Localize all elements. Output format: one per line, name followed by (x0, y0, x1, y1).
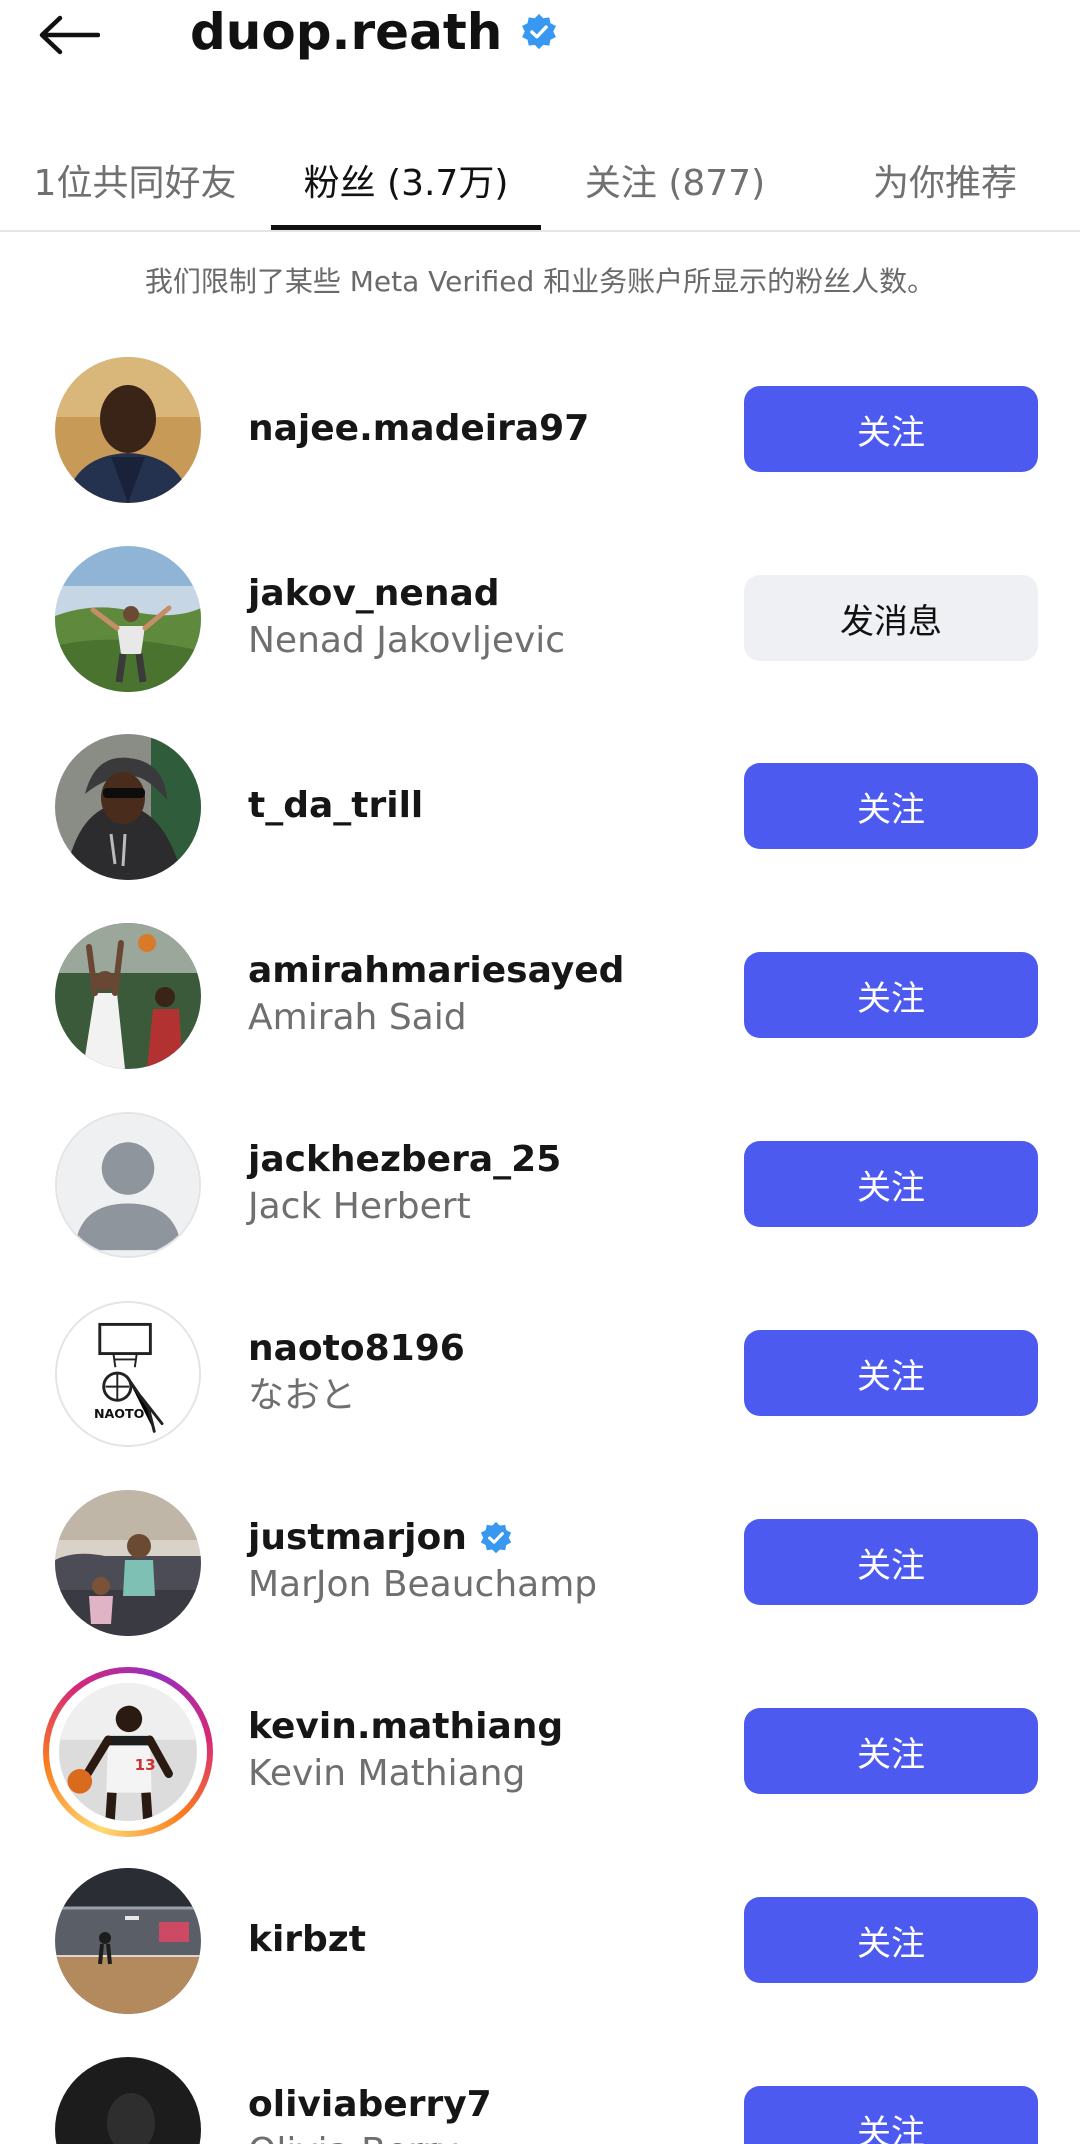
user-names: oliviaberry7 Olivia Berry (248, 2035, 728, 2144)
follower-limit-notice: 我们限制了某些 Meta Verified 和业务账户所显示的粉丝人数。 (144, 265, 936, 298)
username-text: jackhezbera_25 (248, 1139, 562, 1180)
list-item[interactable]: amirahmariesayed Amirah Said 关注 (0, 901, 1080, 1089)
full-name: MarJon Beauchamp (248, 1564, 598, 1605)
username[interactable]: t_da_trill (248, 783, 728, 829)
username[interactable]: jakov_nenad (248, 571, 728, 617)
svg-text:NAOTO: NAOTO (94, 1406, 145, 1421)
follow-button[interactable]: 关注 (744, 763, 1038, 849)
username-text: jakov_nenad (248, 573, 500, 614)
active-tab-indicator (271, 225, 541, 230)
list-item[interactable]: kirbzt 关注 (0, 1846, 1080, 2034)
tab-suggested[interactable]: 为你推荐 (860, 128, 1030, 232)
username-text: najee.madeira97 (248, 408, 590, 449)
follow-button[interactable]: 关注 (744, 1330, 1038, 1416)
back-button[interactable] (38, 8, 108, 62)
user-names: t_da_trill (248, 712, 728, 900)
verified-badge-icon (480, 1521, 512, 1554)
user-names: jackhezbera_25 Jack Herbert (248, 1090, 728, 1278)
top-bar: duop.reath (0, 0, 1080, 70)
user-names: jakov_nenad Nenad Jakovljevic (248, 524, 728, 712)
follow-button[interactable]: 关注 (744, 1141, 1038, 1227)
back-arrow-icon (39, 15, 100, 55)
follow-button[interactable]: 关注 (744, 1519, 1038, 1605)
user-names: justmarjon MarJon Beauchamp (248, 1468, 728, 1656)
tab-bar: 1位共同好友 粉丝 (3.7万) 关注 (877) 为你推荐 (0, 128, 1080, 232)
tab-mutual-friends[interactable]: 1位共同好友 (20, 128, 250, 232)
avatar[interactable] (55, 357, 201, 503)
username-text: kirbzt (248, 1919, 366, 1960)
full-name: Nenad Jakovljevic (248, 620, 566, 661)
username-text: kevin.mathiang (248, 1706, 564, 1747)
followers-screen: duop.reath 1位共同好友 粉丝 (3.7万) 关注 (877) 为你推… (0, 0, 1080, 2144)
username-text: amirahmariesayed (248, 950, 625, 991)
user-names: naoto8196 なおと (248, 1279, 728, 1467)
follow-button[interactable]: 关注 (744, 386, 1038, 472)
full-name: Amirah Said (248, 997, 467, 1038)
tab-following[interactable]: 关注 (877) (570, 128, 780, 232)
avatar[interactable] (55, 2057, 201, 2144)
profile-username: duop.reath (190, 3, 503, 61)
username[interactable]: jackhezbera_25 (248, 1137, 728, 1183)
message-button[interactable]: 发消息 (744, 575, 1038, 661)
list-item[interactable]: NAOTO naoto8196 なおと 关注 (0, 1279, 1080, 1467)
list-item[interactable]: jackhezbera_25 Jack Herbert 关注 (0, 1090, 1080, 1278)
list-item[interactable]: 13 kevin.mathiang Kevin Mathiang 关注 (0, 1657, 1080, 1845)
list-item[interactable]: oliviaberry7 Olivia Berry 关注 (0, 2035, 1080, 2144)
avatar[interactable] (55, 1868, 201, 2014)
username[interactable]: amirahmariesayed (248, 948, 728, 994)
avatar[interactable] (55, 734, 201, 880)
list-item[interactable]: justmarjon MarJon Beauchamp 关注 (0, 1468, 1080, 1656)
username[interactable]: kirbzt (248, 1917, 728, 1963)
username[interactable]: naoto8196 (248, 1326, 728, 1372)
avatar[interactable]: NAOTO (55, 1301, 201, 1447)
svg-text:13: 13 (135, 1756, 156, 1774)
follow-button[interactable]: 关注 (744, 1708, 1038, 1794)
username[interactable]: najee.madeira97 (248, 406, 728, 452)
full-name: Jack Herbert (248, 1186, 471, 1227)
default-person-icon (57, 1114, 199, 1256)
avatar[interactable] (55, 1490, 201, 1636)
user-names: amirahmariesayed Amirah Said (248, 901, 728, 1089)
avatar[interactable] (55, 1112, 201, 1258)
username-text: naoto8196 (248, 1328, 465, 1369)
follow-button[interactable]: 关注 (744, 952, 1038, 1038)
user-names: kirbzt (248, 1846, 728, 2034)
username-text: t_da_trill (248, 785, 424, 826)
list-item[interactable]: najee.madeira97 关注 (0, 335, 1080, 523)
profile-title: duop.reath (190, 2, 558, 62)
follow-button[interactable]: 关注 (744, 1897, 1038, 1983)
avatar[interactable] (55, 923, 201, 1069)
username-text: justmarjon (248, 1517, 467, 1558)
follow-button[interactable]: 关注 (744, 2086, 1038, 2144)
list-item[interactable]: t_da_trill 关注 (0, 712, 1080, 900)
username[interactable]: oliviaberry7 (248, 2082, 728, 2128)
user-names: najee.madeira97 (248, 335, 728, 523)
username[interactable]: justmarjon (248, 1515, 728, 1561)
list-item[interactable]: jakov_nenad Nenad Jakovljevic 发消息 (0, 524, 1080, 712)
user-names: kevin.mathiang Kevin Mathiang (248, 1657, 728, 1845)
avatar[interactable]: 13 (59, 1683, 197, 1821)
full-name: Olivia Berry (248, 2128, 728, 2144)
full-name: なおと (248, 1375, 357, 1416)
tab-followers[interactable]: 粉丝 (3.7万) (271, 128, 541, 232)
username[interactable]: kevin.mathiang (248, 1704, 728, 1750)
full-name: Kevin Mathiang (248, 1753, 526, 1794)
verified-badge-icon (520, 13, 558, 51)
username-text: oliviaberry7 (248, 2084, 492, 2125)
avatar[interactable] (55, 546, 201, 692)
